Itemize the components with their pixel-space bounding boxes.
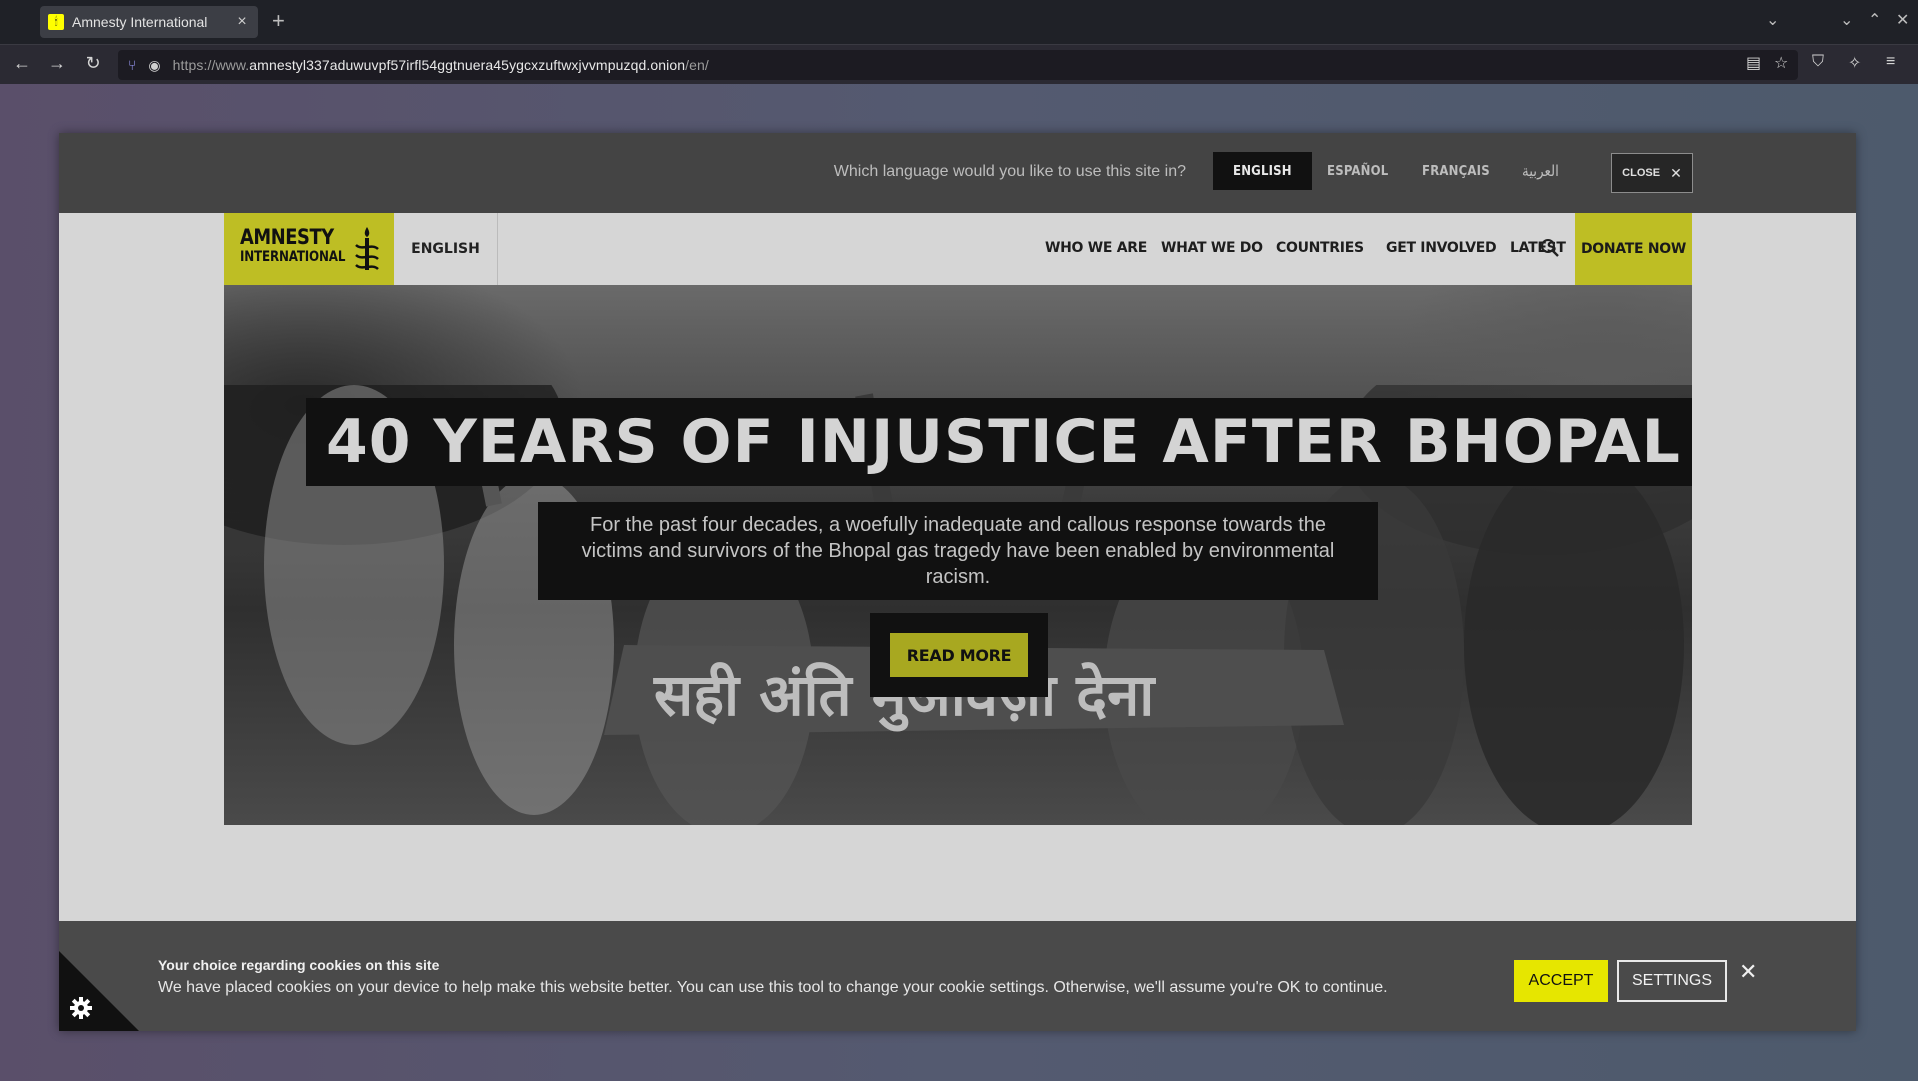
window-close-icon[interactable]: ✕ — [1896, 10, 1909, 30]
language-close-button[interactable]: CLOSE ✕ — [1611, 153, 1693, 193]
amnesty-logo[interactable]: AMNESTY INTERNATIONAL — [224, 213, 394, 285]
cookie-title: Your choice regarding cookies on this si… — [158, 957, 440, 973]
nav-who-we-are[interactable]: WHO WE ARE — [1045, 240, 1147, 256]
tor-circuit-icon[interactable]: ⑂ — [128, 57, 136, 73]
gear-icon — [70, 997, 92, 1019]
address-bar[interactable]: ⑂ ◉ https://www.amnestyl337aduwuvpf57irf… — [118, 50, 1798, 80]
browser-tab-bar: 🕯 Amnesty International × + ⌄ ⌄ ⌃ ✕ — [0, 0, 1918, 44]
shield-icon[interactable]: ⛉ — [1812, 53, 1824, 71]
lang-espanol[interactable]: ESPAÑOL — [1307, 152, 1408, 190]
nav-what-we-do[interactable]: WHAT WE DO — [1161, 240, 1263, 256]
lang-arabic[interactable]: العربية — [1502, 152, 1579, 190]
close-icon: ✕ — [1670, 164, 1682, 181]
site-header: AMNESTY INTERNATIONAL ENGLISH WHO WE ARE… — [224, 213, 1692, 285]
header-language-switcher[interactable]: ENGLISH — [394, 213, 498, 285]
candle-icon — [355, 227, 379, 271]
maximize-icon[interactable]: ⌃ — [1868, 10, 1881, 30]
language-question: Which language would you like to use thi… — [833, 163, 1186, 180]
cookie-settings-corner[interactable] — [59, 951, 139, 1031]
list-tabs-icon[interactable]: ⌄ — [1766, 10, 1779, 30]
search-icon[interactable] — [1540, 238, 1560, 258]
logo-line1: AMNESTY — [240, 225, 334, 249]
read-more-frame: READ MORE — [870, 613, 1048, 697]
back-icon[interactable]: ← — [10, 53, 34, 74]
read-more-button[interactable]: READ MORE — [890, 633, 1028, 677]
cookie-banner: Your choice regarding cookies on this si… — [59, 921, 1856, 1031]
logo-line2: INTERNATIONAL — [240, 249, 346, 265]
cookie-text: We have placed cookies on your device to… — [158, 979, 1388, 996]
new-identity-icon[interactable]: ✧ — [1848, 53, 1861, 73]
nav-countries[interactable]: COUNTRIES — [1276, 240, 1364, 256]
url-text[interactable]: https://www.amnestyl337aduwuvpf57irfl54g… — [173, 57, 709, 73]
browser-tab[interactable]: 🕯 Amnesty International × — [40, 6, 258, 38]
reader-view-icon[interactable]: ▤ — [1746, 53, 1761, 73]
lang-francais[interactable]: FRANÇAIS — [1402, 152, 1510, 190]
accept-cookies-button[interactable]: ACCEPT — [1514, 960, 1608, 1002]
tab-title: Amnesty International — [72, 14, 208, 30]
cookie-settings-button[interactable]: SETTINGS — [1617, 960, 1727, 1002]
forward-icon[interactable]: → — [45, 53, 69, 74]
cookie-close-icon[interactable]: ✕ — [1739, 959, 1757, 985]
donate-button[interactable]: DONATE NOW — [1575, 213, 1692, 285]
hero-subtitle: For the past four decades, a woefully in… — [538, 502, 1378, 600]
onion-lock-icon[interactable]: ◉ — [148, 57, 160, 74]
tab-close-icon[interactable]: × — [234, 13, 250, 31]
bookmark-star-icon[interactable]: ☆ — [1774, 53, 1788, 73]
close-label: CLOSE — [1622, 167, 1661, 179]
browser-nav-bar: ← → ↻ ⑂ ◉ https://www.amnestyl337aduwuvp… — [0, 44, 1918, 84]
menu-icon[interactable]: ≡ — [1886, 53, 1895, 71]
minimize-icon[interactable]: ⌄ — [1840, 10, 1853, 30]
nav-get-involved[interactable]: GET INVOLVED — [1386, 240, 1497, 256]
hero-title: 40 YEARS OF INJUSTICE AFTER BHOPAL DISAS… — [306, 398, 1692, 486]
amnesty-favicon-icon: 🕯 — [48, 14, 64, 30]
hero-banner: सही अंति मुआवज़ा देना 40 YEARS OF INJUST… — [224, 285, 1692, 825]
lang-english[interactable]: ENGLISH — [1213, 152, 1312, 190]
reload-icon[interactable]: ↻ — [81, 53, 105, 74]
web-page: Which language would you like to use thi… — [59, 133, 1856, 1031]
new-tab-button[interactable]: + — [272, 8, 285, 34]
language-selector-bar: Which language would you like to use thi… — [59, 133, 1856, 213]
